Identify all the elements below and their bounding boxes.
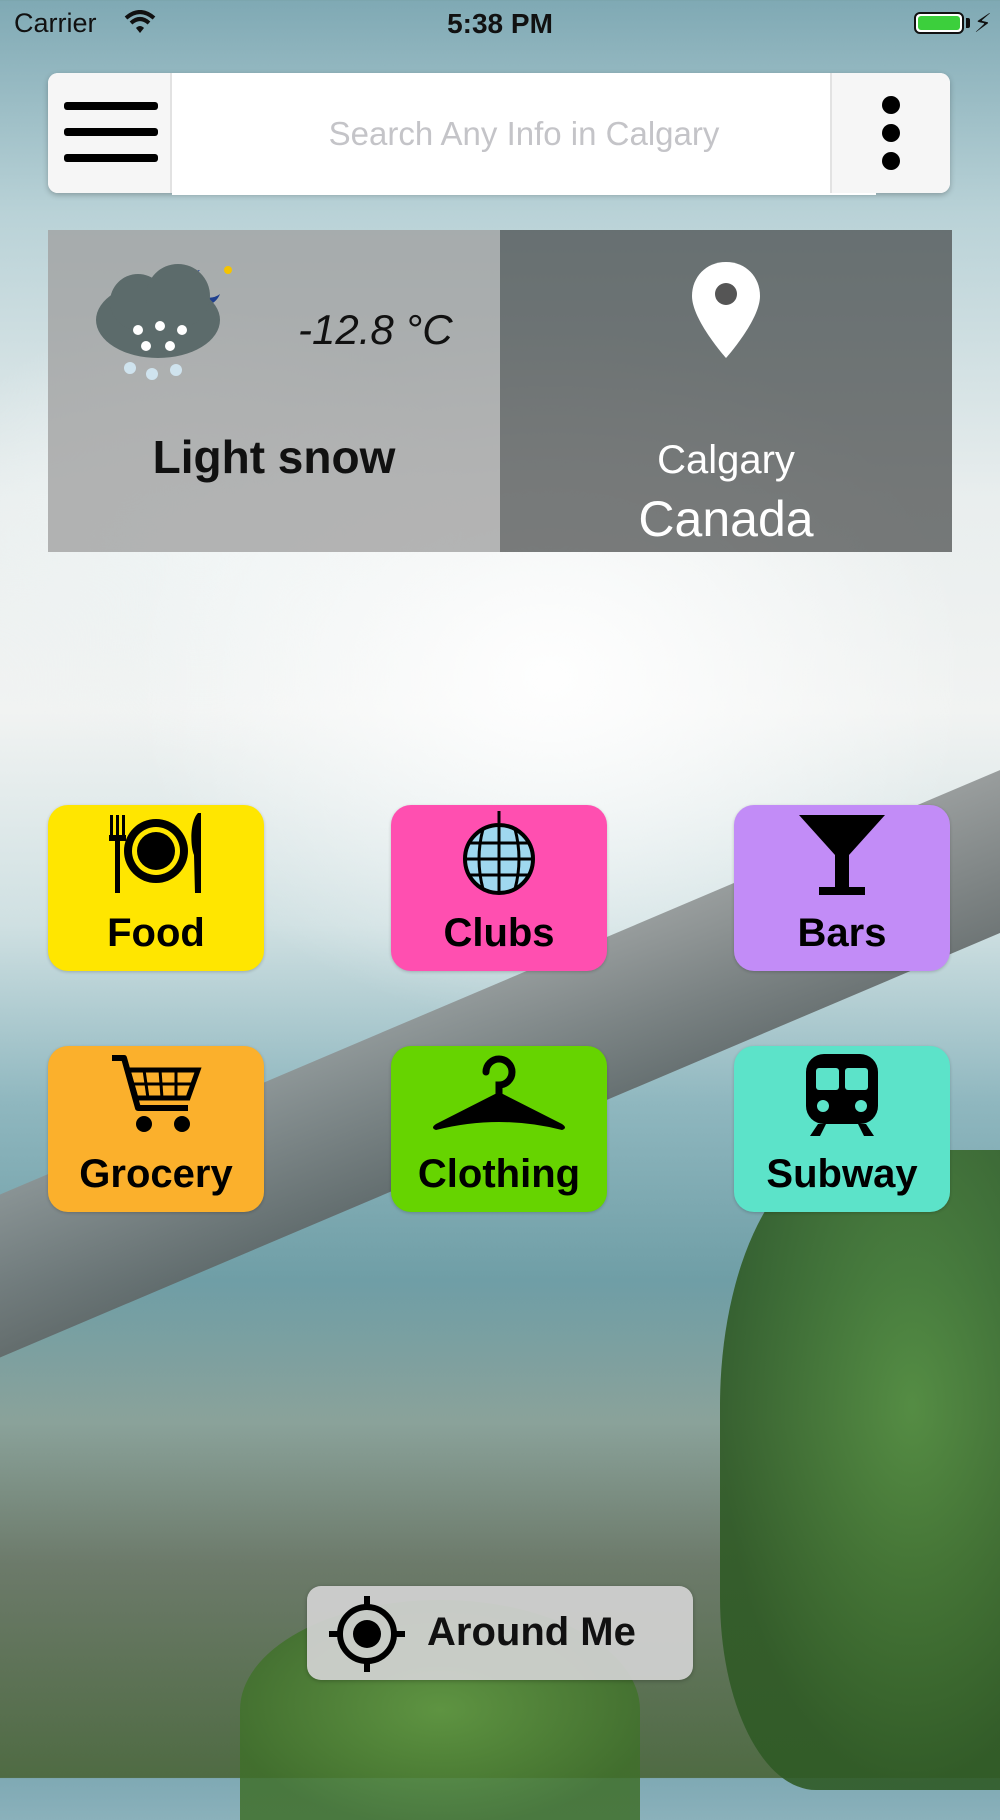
- hanger-icon: [391, 1052, 607, 1143]
- hamburger-menu-icon[interactable]: [48, 73, 172, 193]
- grocery-button[interactable]: Grocery: [48, 1046, 264, 1212]
- clothing-button[interactable]: Clothing: [391, 1046, 607, 1212]
- bars-label: Bars: [797, 911, 887, 955]
- battery-tip: [966, 18, 970, 28]
- disco-ball-icon: [391, 811, 607, 902]
- clubs-button[interactable]: Clubs: [391, 805, 607, 971]
- location-panel[interactable]: Calgary Canada: [500, 230, 952, 552]
- city-name: Calgary: [657, 438, 795, 482]
- bars-button[interactable]: Bars: [734, 805, 950, 971]
- subway-button[interactable]: Subway: [734, 1046, 950, 1212]
- weather-condition: Light snow: [152, 431, 396, 483]
- search-bar: [48, 73, 950, 195]
- shopping-cart-icon: [48, 1052, 264, 1141]
- train-icon: [734, 1052, 950, 1143]
- status-bar: Carrier 5:38 PM ⚡: [0, 0, 1000, 48]
- country-name: Canada: [638, 491, 814, 547]
- cocktail-glass-icon: [734, 811, 950, 904]
- weather-panel[interactable]: -12.8 °C Light snow: [48, 230, 500, 552]
- subway-label: Subway: [766, 1152, 918, 1196]
- around-me-label: Around Me: [427, 1610, 636, 1654]
- around-me-button[interactable]: Around Me: [307, 1586, 693, 1680]
- food-button[interactable]: Food: [48, 805, 264, 971]
- battery-icon: [914, 12, 964, 34]
- clock: 5:38 PM: [447, 8, 553, 39]
- map-pin-icon: [690, 260, 762, 365]
- grocery-label: Grocery: [79, 1152, 233, 1196]
- charging-bolt-icon: ⚡: [973, 8, 992, 38]
- clothing-label: Clothing: [417, 1152, 581, 1196]
- vertical-ellipsis-icon[interactable]: [830, 73, 950, 193]
- plate-fork-knife-icon: [48, 811, 264, 900]
- crosshair-target-icon: [327, 1594, 407, 1679]
- background-trees: [720, 1150, 1000, 1790]
- search-input[interactable]: [172, 73, 876, 195]
- snow-cloud-moon-icon: [90, 250, 240, 395]
- food-label: Food: [107, 911, 205, 955]
- clubs-label: Clubs: [443, 911, 555, 955]
- temperature: -12.8 °C: [298, 306, 453, 353]
